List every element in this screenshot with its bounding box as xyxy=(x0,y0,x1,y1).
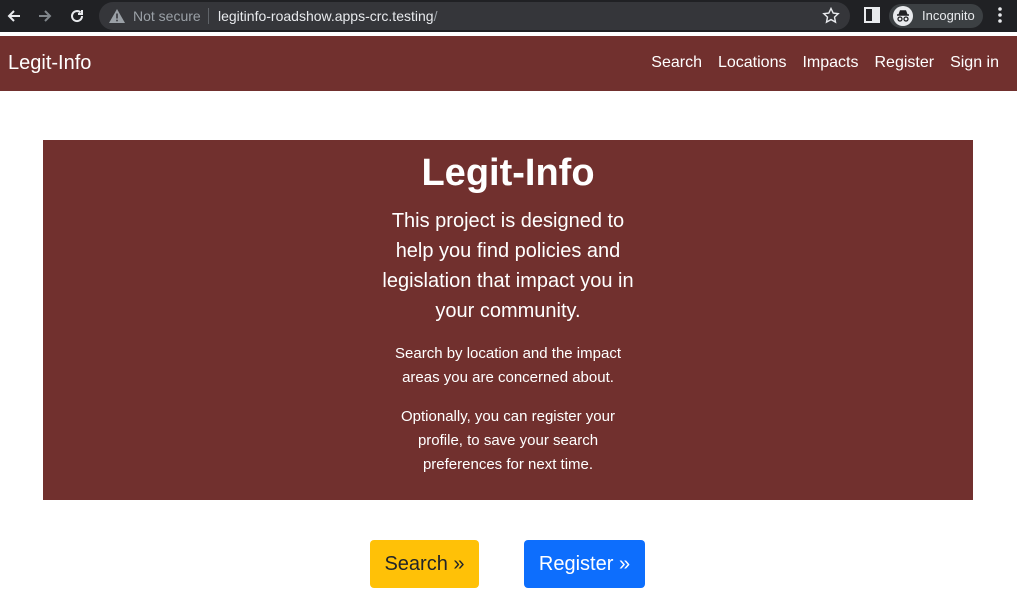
forward-icon[interactable] xyxy=(34,5,56,27)
hero-paragraph-register: Optionally, you can register your profil… xyxy=(401,408,615,473)
more-icon[interactable] xyxy=(997,6,1003,27)
star-icon[interactable] xyxy=(822,6,840,28)
site-navbar: Legit-Info Search Locations Impacts Regi… xyxy=(0,36,1017,91)
warning-icon[interactable] xyxy=(109,9,125,26)
url-host: legitinfo-roadshow.apps-crc.testing xyxy=(218,8,434,24)
browser-toolbar: Not secure legitinfo-roadshow.apps-crc.t… xyxy=(0,0,1017,32)
side-panel-icon[interactable] xyxy=(864,7,880,26)
nav-link-sign-in[interactable]: Sign in xyxy=(950,54,999,72)
navbar-brand[interactable]: Legit-Info xyxy=(8,52,91,75)
nav-link-search[interactable]: Search xyxy=(651,54,702,72)
url-path: / xyxy=(433,8,438,24)
nav-link-register[interactable]: Register xyxy=(875,54,935,72)
search-button[interactable]: Search » xyxy=(370,540,479,588)
navbar-links: Search Locations Impacts Register Sign i… xyxy=(651,54,999,72)
url-text[interactable]: legitinfo-roadshow.apps-crc.testing/ xyxy=(218,8,437,24)
reload-icon[interactable] xyxy=(66,5,88,27)
hero-banner: Legit-Info This project is designed to h… xyxy=(43,140,973,500)
hero-lead: This project is designed to help you fin… xyxy=(382,210,634,322)
register-button[interactable]: Register » xyxy=(524,540,645,588)
address-bar[interactable]: Not secure legitinfo-roadshow.apps-crc.t… xyxy=(99,2,850,30)
back-icon[interactable] xyxy=(3,5,25,27)
nav-link-impacts[interactable]: Impacts xyxy=(802,54,858,72)
hero-paragraph-search: Search by location and the impact areas … xyxy=(395,345,621,386)
omnibox-divider xyxy=(208,8,209,24)
security-label[interactable]: Not secure xyxy=(133,8,201,24)
hero-title: Legit-Info xyxy=(421,152,595,194)
nav-link-locations[interactable]: Locations xyxy=(718,54,787,72)
incognito-label: Incognito xyxy=(922,8,975,23)
incognito-icon xyxy=(893,6,913,29)
incognito-indicator[interactable]: Incognito xyxy=(889,4,983,28)
